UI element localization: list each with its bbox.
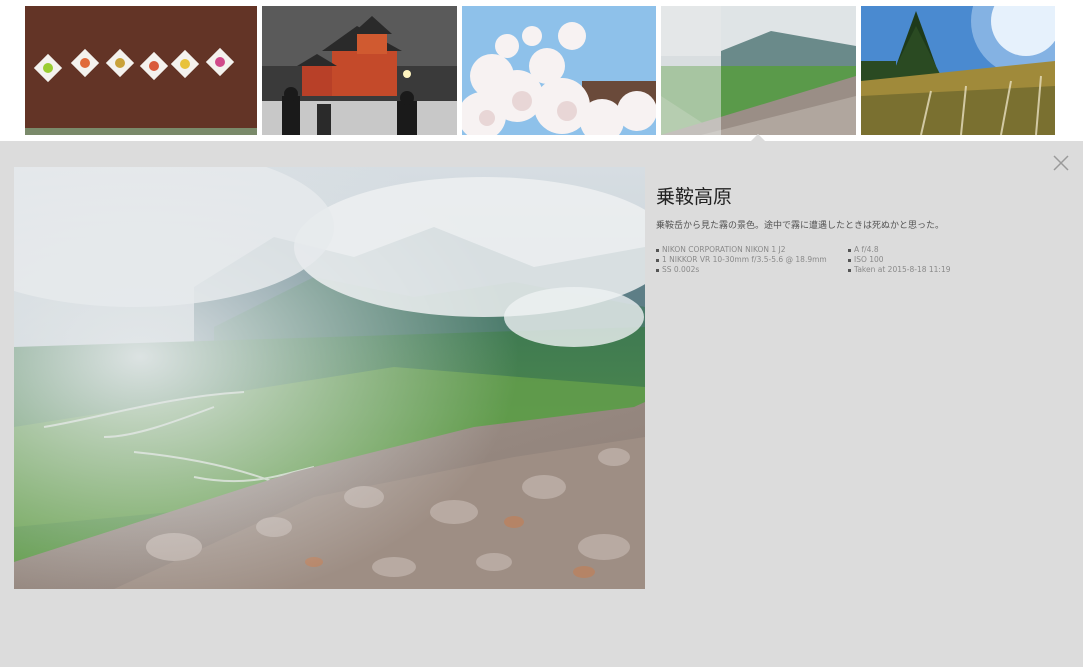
thumbnail-pampas-grass[interactable] bbox=[861, 6, 1055, 135]
thumbnail-strip bbox=[0, 0, 1083, 141]
close-icon-glyph bbox=[1053, 155, 1069, 171]
exif-camera: NIKON CORPORATION NIKON 1 J2 bbox=[656, 245, 827, 255]
exif-taken-at: Taken at 2015-8-18 11:19 bbox=[848, 265, 951, 275]
exif-list-right: A f/4.8 ISO 100 Taken at 2015-8-18 11:19 bbox=[848, 245, 951, 275]
pampas-grass-sunlight-photo bbox=[861, 6, 1055, 135]
exif-aperture: A f/4.8 bbox=[848, 245, 951, 255]
close-icon[interactable] bbox=[1050, 152, 1072, 174]
sweets-on-brown-cloth-photo bbox=[25, 6, 257, 135]
thumbnail-shrine[interactable] bbox=[262, 6, 457, 135]
main-photo bbox=[14, 167, 645, 589]
photo-title: 乗鞍高原 bbox=[656, 186, 733, 208]
exif-lens: 1 NIKKOR VR 10-30mm f/3.5-5.6 @ 18.9mm bbox=[656, 255, 827, 265]
photo-description: 乗鞍岳から見た霧の景色。途中で霧に遭遇したときは死ぬかと思った。 bbox=[656, 221, 945, 231]
cherry-blossoms-photo bbox=[462, 6, 656, 135]
misty-mountain-valley-photo bbox=[661, 6, 856, 135]
exif-iso: ISO 100 bbox=[848, 255, 951, 265]
red-shrine-in-snow-photo bbox=[262, 6, 457, 135]
exif-shutter-speed: SS 0.002s bbox=[656, 265, 827, 275]
thumbnail-cherry-blossoms[interactable] bbox=[462, 6, 656, 135]
exif-list-left: NIKON CORPORATION NIKON 1 J2 1 NIKKOR VR… bbox=[656, 245, 827, 275]
thumbnail-sweets[interactable] bbox=[25, 6, 257, 135]
misty-mountain-valley-large-photo bbox=[14, 167, 645, 589]
photo-info: 乗鞍高原 乗鞍岳から見た霧の景色。途中で霧に遭遇したときは死ぬかと思った。 NI… bbox=[656, 184, 1056, 274]
thumbnail-mountain-selected[interactable] bbox=[661, 6, 856, 135]
